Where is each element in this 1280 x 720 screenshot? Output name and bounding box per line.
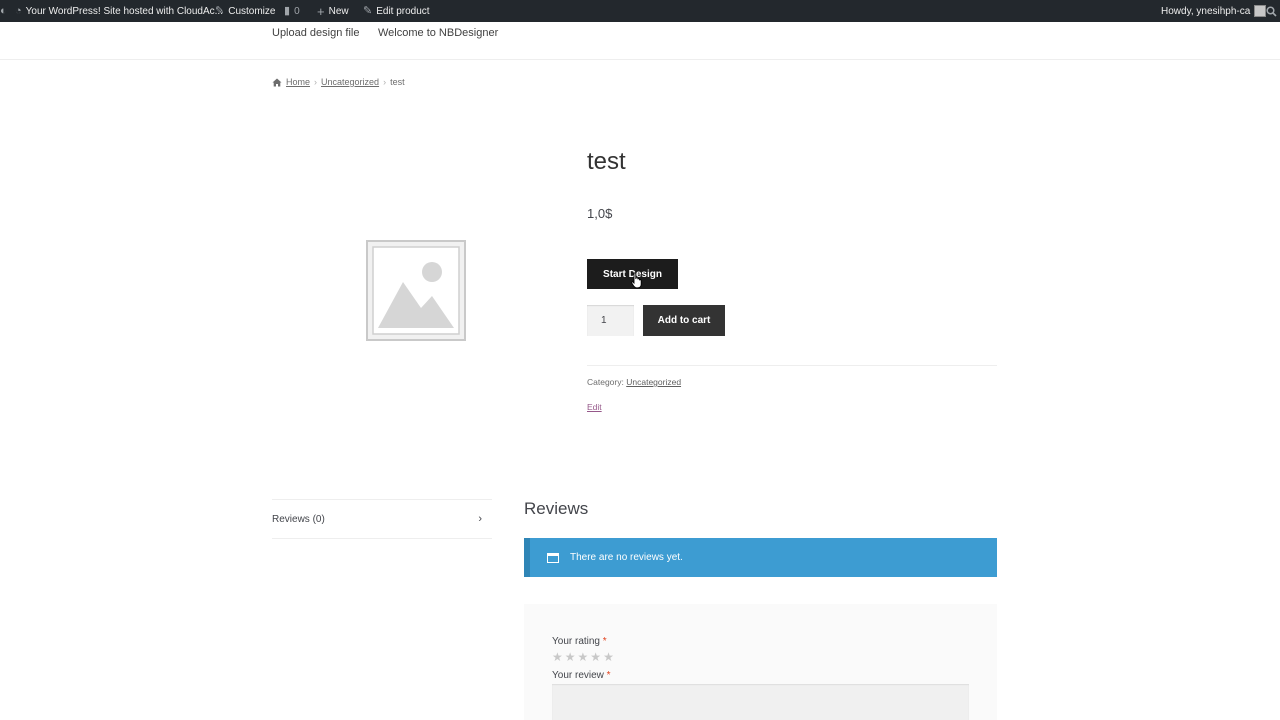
review-textarea[interactable]	[552, 684, 969, 720]
nav-item-upload-design-file[interactable]: Upload design file	[272, 27, 359, 39]
pencil-icon: ✎	[363, 4, 373, 17]
required-mark: *	[606, 670, 611, 681]
admin-bar-edit-product[interactable]: ✎ Edit product	[363, 0, 430, 22]
brush-icon: ✎	[215, 4, 225, 17]
breadcrumb-separator: ›	[383, 77, 387, 87]
category-label: Category:	[587, 377, 624, 387]
wordpress-logo-icon[interactable]: ◐	[0, 0, 7, 22]
breadcrumb-home-link[interactable]: Home	[286, 77, 310, 87]
breadcrumb-category-link[interactable]: Uncategorized	[321, 77, 379, 87]
star-icon[interactable]: ★	[565, 650, 576, 664]
admin-bar-comments[interactable]: ▮ 0	[284, 0, 300, 22]
admin-bar: ◐ ◔ Your WordPress! Site hosted with Clo…	[0, 0, 1280, 22]
calendar-icon	[547, 552, 559, 563]
new-label: New	[328, 5, 349, 17]
tab-reviews[interactable]: Reviews (0) ›	[272, 500, 492, 538]
rating-label-text: Your rating	[552, 636, 600, 647]
rating-label: Your rating *	[552, 636, 607, 647]
comment-icon: ▮	[284, 4, 291, 17]
required-mark: *	[602, 636, 607, 647]
secondary-navigation: Upload design file Welcome to NBDesigner	[0, 22, 1280, 60]
admin-bar-search[interactable]	[1266, 0, 1277, 22]
star-icon[interactable]: ★	[552, 650, 563, 664]
search-icon	[1266, 5, 1277, 17]
admin-bar-account[interactable]: Howdy, ynesihph-ca	[1161, 0, 1267, 22]
star-rating: ★ ★ ★ ★ ★	[552, 650, 614, 664]
review-label-text: Your review	[552, 670, 604, 681]
tab-divider	[272, 538, 492, 539]
site-title: Your WordPress! Site hosted with CloudAc…	[25, 5, 223, 17]
dashboard-icon: ◔	[15, 4, 22, 17]
comments-count: 0	[294, 5, 300, 17]
breadcrumb-separator: ›	[314, 77, 318, 87]
admin-bar-site-name[interactable]: ◔ Your WordPress! Site hosted with Cloud…	[15, 0, 223, 22]
home-icon	[272, 78, 282, 86]
notice-text: There are no reviews yet.	[570, 552, 683, 563]
customize-label: Customize	[228, 5, 276, 17]
quantity-input[interactable]	[587, 305, 634, 336]
product-title: test	[587, 148, 626, 175]
breadcrumb: Home › Uncategorized › test	[272, 77, 405, 87]
admin-bar-customize[interactable]: ✎ Customize	[215, 0, 275, 22]
hand-pointer-icon	[631, 272, 642, 289]
product-price: 1,0$	[587, 206, 613, 221]
edit-link[interactable]: Edit	[587, 402, 602, 412]
category-link[interactable]: Uncategorized	[626, 377, 681, 387]
add-to-cart-button[interactable]: Add to cart	[643, 305, 725, 336]
divider	[587, 365, 997, 366]
product-meta: Category: Uncategorized	[587, 377, 681, 387]
star-icon[interactable]: ★	[603, 650, 614, 664]
tab-reviews-label: Reviews (0)	[272, 513, 325, 525]
howdy-label: Howdy, ynesihph-ca	[1161, 5, 1251, 17]
product-image-placeholder[interactable]	[366, 240, 466, 341]
chevron-right-icon: ›	[478, 513, 482, 525]
edit-product-label: Edit product	[376, 5, 430, 17]
star-icon[interactable]: ★	[578, 650, 589, 664]
plus-icon: +	[317, 3, 325, 19]
info-notice: There are no reviews yet.	[524, 538, 997, 577]
nav-item-welcome-nbdesigner[interactable]: Welcome to NBDesigner	[378, 27, 498, 39]
admin-bar-new[interactable]: + New	[317, 0, 349, 22]
wordpress-icon: ◐	[0, 4, 7, 17]
avatar	[1254, 5, 1267, 17]
review-label: Your review *	[552, 670, 611, 681]
reviews-heading: Reviews	[524, 499, 589, 518]
star-icon[interactable]: ★	[590, 650, 601, 664]
breadcrumb-current: test	[390, 77, 405, 87]
